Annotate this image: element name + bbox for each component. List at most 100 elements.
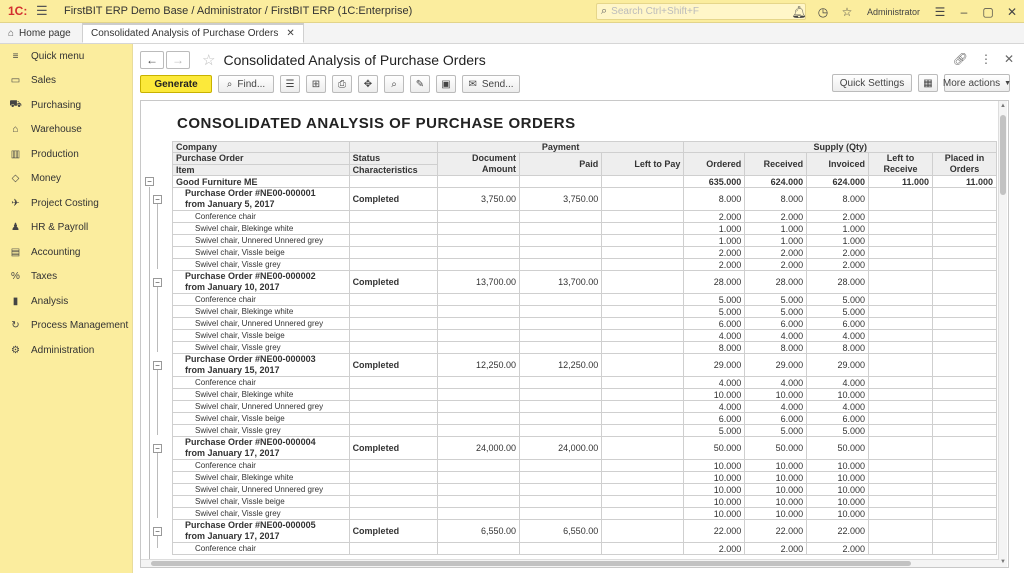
group-toggle-icon[interactable]: − [153, 194, 162, 204]
order-received: 22.000 [744, 519, 808, 543]
item-row[interactable]: Swivel chair, Vissle grey 5.000 5.000 5.000 [172, 424, 998, 437]
group-toggle-icon[interactable]: − [145, 177, 154, 186]
tab-consolidated-analysis[interactable]: Consolidated Analysis of Purchase Orders… [82, 23, 304, 43]
back-button[interactable]: ← [140, 51, 164, 69]
sidebar-item-taxes[interactable]: % Taxes [0, 265, 132, 290]
group-toggle-icon[interactable]: − [153, 526, 162, 536]
item-row[interactable]: Swivel chair, Unnered Unnered grey 4.000 4… [172, 400, 998, 413]
sidebar-item-process-management[interactable]: ↻ Process Management [0, 314, 132, 339]
expand-groups-button[interactable]: ⊞ [306, 75, 326, 93]
item-row[interactable]: Swivel chair, Blekinge white 1.000 1.000 1.… [172, 222, 998, 235]
sidebar-item-hr-payroll[interactable]: ♟ HR & Payroll [0, 216, 132, 241]
print-button[interactable]: ⎙ [332, 75, 352, 93]
sidebar-item-administration[interactable]: ⚙ Administration [0, 338, 132, 363]
item-row[interactable]: Swivel chair, Vissle beige 2.000 2.000 2.00… [172, 246, 998, 259]
item-row[interactable]: Conference chair 4.000 4.000 4.000 [172, 376, 998, 389]
sidebar-item-project-costing[interactable]: ✈ Project Costing [0, 191, 132, 216]
order-number: Purchase Order #NE00-000001 [185, 188, 316, 199]
horizontal-scrollbar[interactable] [141, 559, 999, 567]
item-row[interactable]: Swivel chair, Vissle grey 2.000 2.000 2.000 [172, 258, 998, 271]
item-row[interactable]: Swivel chair, Blekinge white 5.000 5.000 5.… [172, 305, 998, 318]
favorites-icon[interactable]: ☆ [835, 5, 859, 19]
tab-home-page[interactable]: ⌂ Home page [0, 23, 82, 43]
tab-close-icon[interactable]: ✕ [286, 28, 294, 39]
item-row[interactable]: Swivel chair, Vissle grey 8.000 8.000 8.000 [172, 341, 998, 354]
order-row[interactable]: Purchase Order #NE00-000002 from January … [172, 270, 998, 294]
scroll-down-icon[interactable]: ▼ [1000, 559, 1006, 565]
item-invoiced: 10.000 [806, 483, 870, 496]
preview-button[interactable]: ⌕ [384, 75, 404, 93]
item-left-to-receive [868, 400, 933, 413]
move-button[interactable]: ✥ [358, 75, 378, 93]
more-actions-button[interactable]: More actions ▼ [943, 74, 1011, 92]
history-icon[interactable]: ◷ [811, 5, 835, 19]
settings-menu-icon[interactable]: ☰ [928, 5, 952, 19]
item-row[interactable]: Swivel chair, Vissle beige 6.000 6.000 6.00… [172, 412, 998, 425]
forward-button[interactable]: → [166, 51, 190, 69]
order-row[interactable]: Purchase Order #NE00-000001 from January … [172, 187, 998, 211]
sidebar-item-analysis[interactable]: ▮ Analysis [0, 289, 132, 314]
item-left-to-receive [868, 234, 933, 247]
sidebar-item-sales[interactable]: ▭ Sales [0, 69, 132, 94]
find-button[interactable]: ⌕ Find... [218, 75, 274, 93]
item-name: Swivel chair, Unnered Unnered grey [172, 400, 350, 413]
horizontal-scroll-thumb[interactable] [151, 561, 911, 566]
save-button[interactable]: ▣ [436, 75, 456, 93]
main-panel: ← → ☆ Consolidated Analysis of Purchase … [134, 44, 1024, 573]
item-row[interactable]: Conference chair 10.000 10.000 10.000 [172, 459, 998, 472]
favorite-star-icon[interactable]: ☆ [202, 51, 215, 69]
maximize-icon[interactable]: ▢ [976, 5, 1000, 19]
item-row[interactable]: Swivel chair, Blekinge white 10.000 10.000… [172, 388, 998, 401]
item-row[interactable]: Swivel chair, Unnered Unnered grey 6.000 6… [172, 317, 998, 330]
settings-table-button[interactable]: ▦ [918, 74, 938, 92]
item-row[interactable]: Swivel chair, Unnered Unnered grey 1.000 1… [172, 234, 998, 247]
item-row[interactable]: Swivel chair, Unnered Unnered grey 10.000… [172, 483, 998, 496]
search-icon: ⌕ [226, 78, 233, 90]
close-form-icon[interactable]: ✕ [1004, 52, 1014, 66]
sidebar-item-warehouse[interactable]: ⌂ Warehouse [0, 118, 132, 143]
order-ordered: 29.000 [683, 353, 746, 377]
order-row[interactable]: Purchase Order #NE00-000003 from January … [172, 353, 998, 377]
item-row[interactable]: Swivel chair, Vissle grey 10.000 10.000 10.… [172, 507, 998, 520]
vertical-scroll-thumb[interactable] [1000, 115, 1006, 195]
item-row[interactable]: Conference chair 2.000 2.000 2.000 [172, 210, 998, 223]
item-row[interactable]: Swivel chair, Vissle beige 4.000 4.000 4.00… [172, 329, 998, 342]
app-logo: 1C: [8, 4, 28, 18]
minimize-icon[interactable]: – [952, 5, 976, 19]
item-row[interactable]: Conference chair 2.000 2.000 2.000 [172, 542, 998, 555]
group-toggle-icon[interactable]: − [153, 443, 162, 453]
item-left-to-receive [868, 483, 933, 496]
sidebar-item-money[interactable]: ◇ Money [0, 167, 132, 192]
item-row[interactable]: Conference chair 5.000 5.000 5.000 [172, 293, 998, 306]
generate-button[interactable]: Generate [140, 75, 212, 93]
scroll-up-icon[interactable]: ▲ [1000, 103, 1006, 109]
item-row[interactable]: Swivel chair, Blekinge white 10.000 10.000… [172, 471, 998, 484]
current-user[interactable]: Administrator [859, 7, 928, 17]
more-options-icon[interactable]: ⋮ [980, 52, 992, 66]
main-menu-icon[interactable]: ☰ [36, 3, 52, 19]
global-search-input[interactable]: ⌕ Search Ctrl+Shift+F [596, 3, 806, 20]
order-left-to-pay [601, 519, 685, 543]
order-paid: 3,750.00 [519, 187, 603, 211]
edit-button[interactable]: ✎ [410, 75, 430, 93]
notifications-icon[interactable]: 🔔︎ [787, 5, 811, 19]
link-icon[interactable]: 🔗︎ [953, 52, 968, 66]
group-toggle-icon[interactable]: − [153, 277, 162, 287]
group-toggle-icon[interactable]: − [153, 360, 162, 370]
send-button[interactable]: ✉ Send... [462, 75, 520, 93]
sidebar-item-quick-menu[interactable]: ≡ Quick menu [0, 44, 132, 69]
sidebar-item-accounting[interactable]: ▤ Accounting [0, 240, 132, 265]
report-spreadsheet[interactable]: CONSOLIDATED ANALYSIS OF PURCHASE ORDERS… [140, 100, 1009, 568]
close-icon[interactable]: ✕ [1000, 5, 1024, 19]
item-row[interactable]: Swivel chair, Vissle beige 10.000 10.000 10… [172, 495, 998, 508]
sidebar-item-production[interactable]: ▥ Production [0, 142, 132, 167]
item-received: 5.000 [744, 293, 808, 306]
order-row[interactable]: Purchase Order #NE00-000005 from January … [172, 519, 998, 543]
vertical-scrollbar[interactable]: ▲ ▼ [998, 101, 1007, 567]
item-empty-cell [436, 234, 521, 247]
quick-settings-button[interactable]: Quick Settings [832, 74, 912, 92]
collapse-groups-button[interactable]: ☰ [280, 75, 300, 93]
order-row[interactable]: Purchase Order #NE00-000004 from January … [172, 436, 998, 460]
warehouse-icon: ⌂ [12, 124, 19, 136]
sidebar-item-purchasing[interactable]: ⛟ Purchasing [0, 93, 132, 118]
